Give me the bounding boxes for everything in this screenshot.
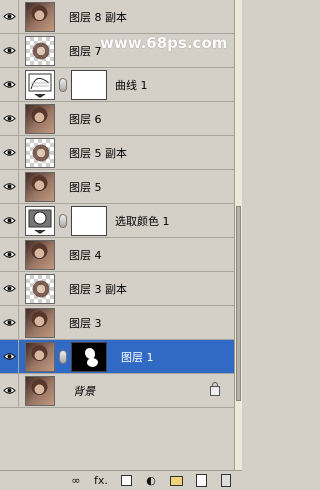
lock-icon (210, 382, 220, 396)
visibility-toggle[interactable] (0, 170, 19, 203)
layer-name: 图层 5 副本 (69, 146, 127, 160)
layer-thumbnail (25, 35, 55, 66)
layer-row-layer-4[interactable]: 图层 4 (0, 238, 235, 272)
visibility-toggle[interactable] (0, 102, 19, 135)
eye-icon (2, 285, 16, 292)
adjustment-mask-thumbnail (71, 69, 107, 100)
layer-thumbnail (25, 341, 55, 372)
layer-name: 图层 6 (69, 112, 102, 126)
visibility-toggle[interactable] (0, 68, 19, 101)
visibility-toggle[interactable] (0, 204, 19, 237)
layers-panel: 图层 8 副本 图层 7 曲线 1 图层 6 图层 5 副本 图层 5 选取颜色… (0, 0, 235, 470)
visibility-toggle[interactable] (0, 340, 19, 373)
adjustment-layer-icon[interactable]: ◐ (143, 473, 159, 489)
layer-row-curves-1[interactable]: 曲线 1 (0, 68, 235, 102)
layer-row-layer-5-copy[interactable]: 图层 5 副本 (0, 136, 235, 170)
layer-thumbnail (25, 171, 55, 202)
layer-row-layer-1-selected[interactable]: 图层 1 (0, 340, 235, 374)
layer-row-layer-3-copy[interactable]: 图层 3 副本 (0, 272, 235, 306)
eye-icon (2, 319, 16, 326)
layer-name: 图层 7 (69, 44, 102, 58)
layer-thumbnail (25, 103, 55, 134)
layer-row-layer-8-copy[interactable]: 图层 8 副本 (0, 0, 235, 34)
layer-thumbnail (25, 1, 55, 32)
eye-icon (2, 149, 16, 156)
visibility-toggle[interactable] (0, 34, 19, 67)
adjustment-mask-thumbnail (71, 205, 107, 236)
layer-name: 图层 5 (69, 180, 102, 194)
visibility-toggle[interactable] (0, 0, 19, 33)
eye-icon (2, 81, 16, 88)
eye-icon (2, 387, 16, 394)
layer-row-layer-6[interactable]: 图层 6 (0, 102, 235, 136)
layers-toolbar: ∞ fx. ◐ (0, 470, 242, 490)
layer-name: 图层 3 (69, 316, 102, 330)
eye-icon (2, 217, 16, 224)
selective-color-icon (25, 205, 55, 236)
scrollbar-thumb[interactable] (236, 206, 241, 401)
link-chain-icon[interactable] (59, 213, 67, 228)
eye-icon (2, 183, 16, 190)
eye-icon (2, 13, 16, 20)
trash-icon[interactable] (218, 473, 234, 489)
new-layer-icon[interactable] (193, 473, 209, 489)
layer-thumbnail (25, 307, 55, 338)
folder-icon[interactable] (168, 473, 184, 489)
watermark-text: www.68ps.com (100, 34, 228, 52)
fx-button[interactable]: fx. (93, 473, 109, 489)
layer-row-selective-color-1[interactable]: 选取颜色 1 (0, 204, 235, 238)
eye-icon (2, 251, 16, 258)
vertical-scrollbar[interactable] (234, 0, 242, 470)
layer-name: 图层 8 副本 (69, 10, 127, 24)
eye-icon (2, 353, 16, 360)
layer-row-layer-5[interactable]: 图层 5 (0, 170, 235, 204)
layer-name: 选取颜色 1 (115, 214, 170, 228)
visibility-toggle[interactable] (0, 238, 19, 271)
layer-name: 图层 1 (121, 350, 154, 364)
link-icon[interactable]: ∞ (68, 473, 84, 489)
layer-thumbnail (25, 375, 55, 406)
eye-icon (2, 115, 16, 122)
link-chain-icon[interactable] (59, 77, 67, 92)
layer-mask-thumbnail (71, 341, 107, 372)
visibility-toggle[interactable] (0, 136, 19, 169)
curves-icon (25, 69, 55, 100)
layer-row-layer-3[interactable]: 图层 3 (0, 306, 235, 340)
eye-icon (2, 47, 16, 54)
layer-name: 图层 3 副本 (69, 282, 127, 296)
layer-row-background[interactable]: 背景 (0, 374, 235, 408)
layer-name: 曲线 1 (115, 78, 148, 92)
visibility-toggle[interactable] (0, 374, 19, 407)
visibility-toggle[interactable] (0, 272, 19, 305)
visibility-toggle[interactable] (0, 306, 19, 339)
link-chain-icon[interactable] (59, 349, 67, 364)
layer-thumbnail (25, 273, 55, 304)
mask-icon[interactable] (118, 473, 134, 489)
layer-name: 图层 4 (69, 248, 102, 262)
layer-name: 背景 (73, 384, 95, 398)
layer-thumbnail (25, 239, 55, 270)
layer-thumbnail (25, 137, 55, 168)
